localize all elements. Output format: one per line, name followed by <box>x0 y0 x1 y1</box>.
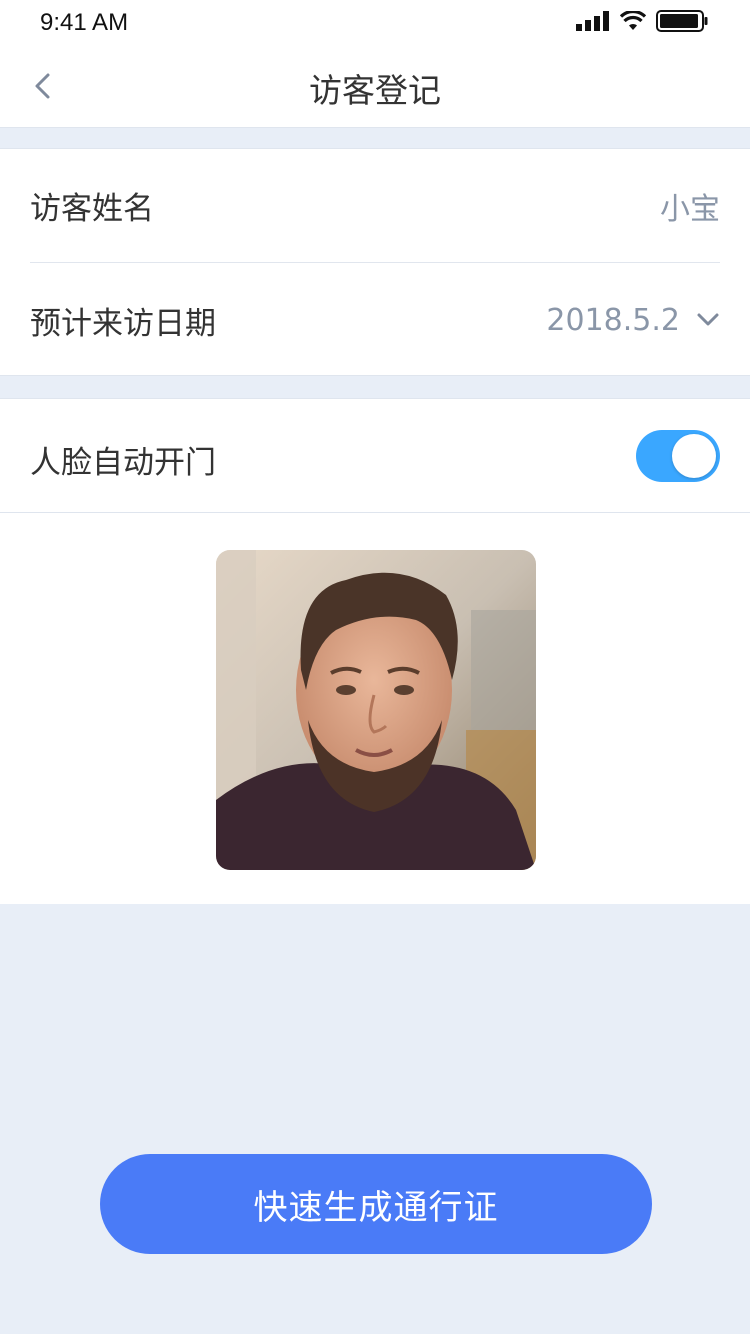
face-unlock-toggle[interactable] <box>636 430 720 482</box>
status-bar: 9:41 AM <box>0 0 750 44</box>
battery-icon <box>656 10 708 32</box>
nav-bar: 访客登记 <box>0 44 750 128</box>
status-icons <box>576 10 708 32</box>
chevron-down-icon <box>697 313 719 326</box>
visitor-name-row[interactable]: 访客姓名 小宝 <box>30 149 720 263</box>
visitor-name-label: 访客姓名 <box>30 191 154 227</box>
status-time: 9:41 AM <box>40 9 129 36</box>
visit-date-value: 2018.5.2 <box>546 302 680 338</box>
face-photo-image <box>216 550 536 870</box>
face-unlock-card: 人脸自动开门 <box>0 398 750 904</box>
face-unlock-label: 人脸自动开门 <box>30 445 216 481</box>
visit-date-label: 预计来访日期 <box>30 305 216 342</box>
wifi-icon <box>620 11 646 30</box>
generate-pass-button[interactable]: 快速生成通行证 <box>100 1154 652 1254</box>
face-unlock-row: 人脸自动开门 <box>0 399 750 513</box>
visit-date-row[interactable]: 预计来访日期 2018.5.2 <box>30 263 720 377</box>
page-title: 访客登记 <box>309 71 441 110</box>
face-photo[interactable] <box>216 550 536 870</box>
toggle-knob <box>672 434 716 478</box>
visit-date-picker[interactable]: 2018.5.2 <box>546 303 720 338</box>
visitor-name-value[interactable]: 小宝 <box>660 184 720 228</box>
visitor-form-card: 访客姓名 小宝 预计来访日期 2018.5.2 <box>0 148 750 376</box>
signal-icon <box>576 11 609 31</box>
